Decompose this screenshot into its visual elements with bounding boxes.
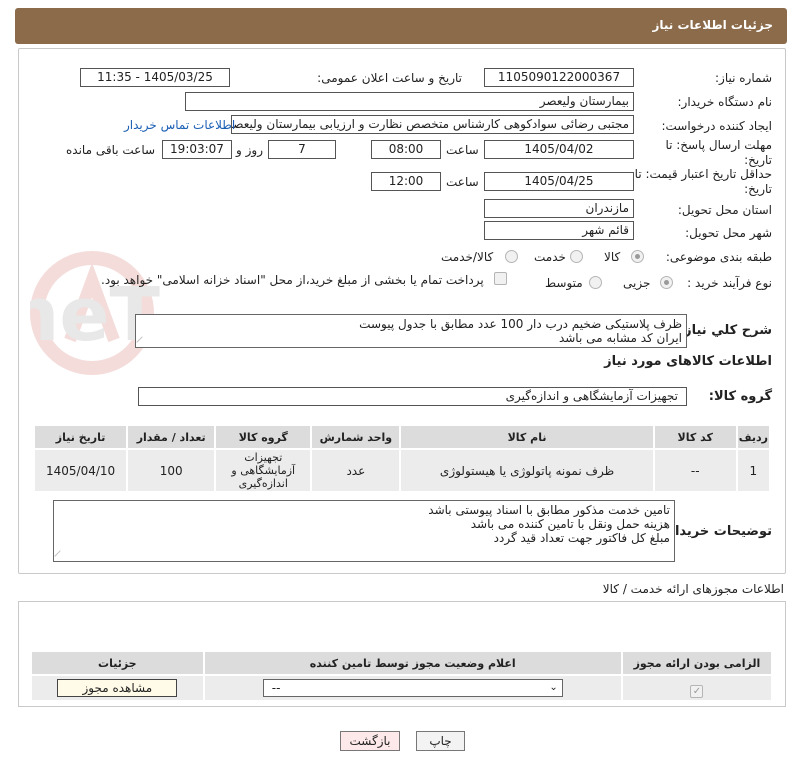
category-goods-radio[interactable] — [631, 250, 644, 263]
creator-label: ایجاد کننده درخواست: — [661, 119, 772, 133]
summary-line-1: ظرف پلاستیکی ضخیم درب دار 100 عدد مطابق … — [359, 317, 682, 331]
announce-datetime-field: 1405/03/25 - 11:35 — [80, 68, 230, 87]
buyer-notes-textarea[interactable]: تامین خدمت مذکور مطابق با اسناد پیوستی ب… — [53, 500, 675, 562]
remaining-time-label: ساعت باقی مانده — [66, 143, 156, 157]
category-goods-label: کالا — [604, 250, 621, 264]
category-goods-service-label: کالا/خدمت — [441, 250, 494, 264]
summary-label: شرح کلي نياز: — [678, 323, 772, 338]
col-permit-details: جزئیات — [30, 650, 205, 676]
cell-date: 1405/04/10 — [32, 448, 129, 493]
permit-required-checkbox: ✓ — [690, 684, 704, 698]
validity-date-field: 1405/04/25 — [484, 172, 634, 191]
permit-status-select[interactable]: -- ⌄ — [262, 679, 563, 697]
need-number-label: شماره نیاز: — [715, 71, 772, 85]
validity-time-field: 12:00 — [371, 172, 441, 191]
col-row: ردیف — [735, 424, 772, 450]
validity-time-label: ساعت — [446, 175, 479, 189]
chevron-down-icon: ⌄ — [549, 682, 558, 693]
goods-table: ردیف کد کالا نام کالا واحد شمارش گروه کا… — [32, 424, 772, 493]
buyer-org-label: نام دستگاه خریدار: — [677, 95, 773, 109]
announce-label: تاریخ و ساعت اعلان عمومی: — [317, 71, 462, 85]
summary-textarea[interactable]: ظرف پلاستیکی ضخیم درب دار 100 عدد مطابق … — [135, 314, 687, 348]
category-service-radio[interactable] — [570, 250, 583, 263]
buyer-contact-link[interactable]: اطلاعات تماس خریدار — [124, 118, 235, 132]
creator-field: مجتبی رضائی سوادکوهی کارشناس متخصص نظارت… — [231, 115, 634, 134]
cell-row: 1 — [735, 448, 772, 493]
process-minor-label: جزیی — [623, 276, 651, 290]
city-label: شهر محل تحویل: — [685, 226, 772, 240]
category-goods-service-radio[interactable] — [505, 250, 518, 263]
buyer-org-field: بیمارستان ولیعصر — [185, 92, 634, 111]
col-date: تاریخ نیاز — [32, 424, 129, 450]
process-minor-radio[interactable] — [660, 276, 673, 289]
permit-status-value: -- — [271, 681, 281, 695]
price-validity-label: حداقل تاریخ اعتبار قیمت: تا تاریخ: — [634, 167, 772, 196]
treasury-payment-note: پرداخت تمام یا بخشی از مبلغ خرید،از محل … — [101, 273, 484, 287]
resize-grip-icon[interactable] — [54, 550, 66, 561]
cell-group: تجهیزات آزمایشگاهی و اندازه‌گیری — [214, 448, 313, 493]
page-header: جزئیات اطلاعات نیاز — [15, 8, 787, 44]
cell-permit-status: -- ⌄ — [202, 674, 623, 702]
goods-section-title: اطلاعات کالاهای مورد نیاز — [604, 354, 772, 369]
cell-permit-required: ✓ — [620, 674, 774, 702]
need-number-field: 1105090122000367 — [484, 68, 634, 87]
col-unit: واحد شمارش — [310, 424, 402, 450]
cell-name: ظرف نمونه پاتولوژی یا هیستولوژی — [399, 448, 655, 493]
reply-time-field: 08:00 — [371, 140, 441, 159]
cell-permit-details: مشاهده مجوز — [30, 674, 205, 702]
remaining-time-field: 19:03:07 — [162, 140, 232, 159]
table-row: 1 -- ظرف نمونه پاتولوژی یا هیستولوژی عدد… — [32, 448, 772, 493]
permits-table-header: الزامی بودن ارائه مجوز اعلام وضعیت مجوز … — [30, 650, 774, 676]
permits-title: اطلاعات مجوزهای ارائه خدمت / کالا — [602, 582, 784, 596]
goods-table-header: ردیف کد کالا نام کالا واحد شمارش گروه کا… — [32, 424, 772, 450]
cell-qty: 100 — [126, 448, 217, 493]
col-qty: تعداد / مقدار — [126, 424, 217, 450]
province-field: مازندران — [484, 199, 634, 218]
category-label: طبقه بندی موضوعی: — [665, 250, 772, 264]
remaining-days-field: 7 — [268, 140, 336, 159]
goods-group-label: گروه کالا: — [708, 389, 772, 404]
col-permit-required: الزامی بودن ارائه مجوز — [620, 650, 774, 676]
cell-group-line-2: آزمایشگاهی و — [231, 464, 296, 477]
buyer-note-line-1: تامین خدمت مذکور مطابق با اسناد پیوستی ب… — [428, 503, 670, 517]
province-label: استان محل تحویل: — [677, 203, 772, 217]
goods-group-field: تجهیزات آزمایشگاهی و اندازه‌گیری — [138, 387, 687, 406]
process-medium-radio[interactable] — [589, 276, 602, 289]
category-service-label: خدمت — [534, 250, 566, 264]
back-button[interactable]: بازگشت — [340, 731, 400, 751]
process-type-label: نوع فرآیند خرید : — [687, 276, 772, 290]
reply-time-label: ساعت — [446, 143, 479, 157]
summary-line-2: ایران کد مشابه می باشد — [558, 331, 682, 345]
buyer-note-line-3: مبلغ کل فاکتور جهت تعداد قید گردد — [493, 531, 670, 545]
table-row: ✓ -- ⌄ مشاهده مجوز — [30, 674, 774, 702]
permits-table: الزامی بودن ارائه مجوز اعلام وضعیت مجوز … — [30, 650, 774, 702]
cell-group-line-3: اندازه‌گیری — [238, 477, 288, 490]
treasury-payment-checkbox[interactable] — [494, 272, 507, 285]
print-button[interactable]: چاپ — [416, 731, 465, 751]
process-medium-label: متوسط — [545, 276, 583, 290]
reply-deadline-label: مهلت ارسال پاسخ: تا تاریخ: — [665, 138, 772, 167]
page-title: جزئیات اطلاعات نیاز — [652, 18, 773, 32]
buyer-notes-label: توضیحات خریدار: — [662, 524, 772, 539]
city-field: قائم شهر — [484, 221, 634, 240]
col-group: گروه کالا — [214, 424, 313, 450]
view-permit-button[interactable]: مشاهده مجوز — [57, 679, 178, 697]
days-label: روز و — [236, 143, 263, 157]
cell-unit: عدد — [310, 448, 402, 493]
cell-code: -- — [652, 448, 738, 493]
col-name: نام کالا — [399, 424, 655, 450]
col-code: کد کالا — [652, 424, 738, 450]
buyer-note-line-2: هزینه حمل ونقل با تامین کننده می باشد — [470, 517, 670, 531]
cell-group-line-1: تجهیزات — [244, 451, 283, 464]
col-permit-status: اعلام وضعیت مجوز توسط تامین کننده — [202, 650, 623, 676]
reply-date-field: 1405/04/02 — [484, 140, 634, 159]
